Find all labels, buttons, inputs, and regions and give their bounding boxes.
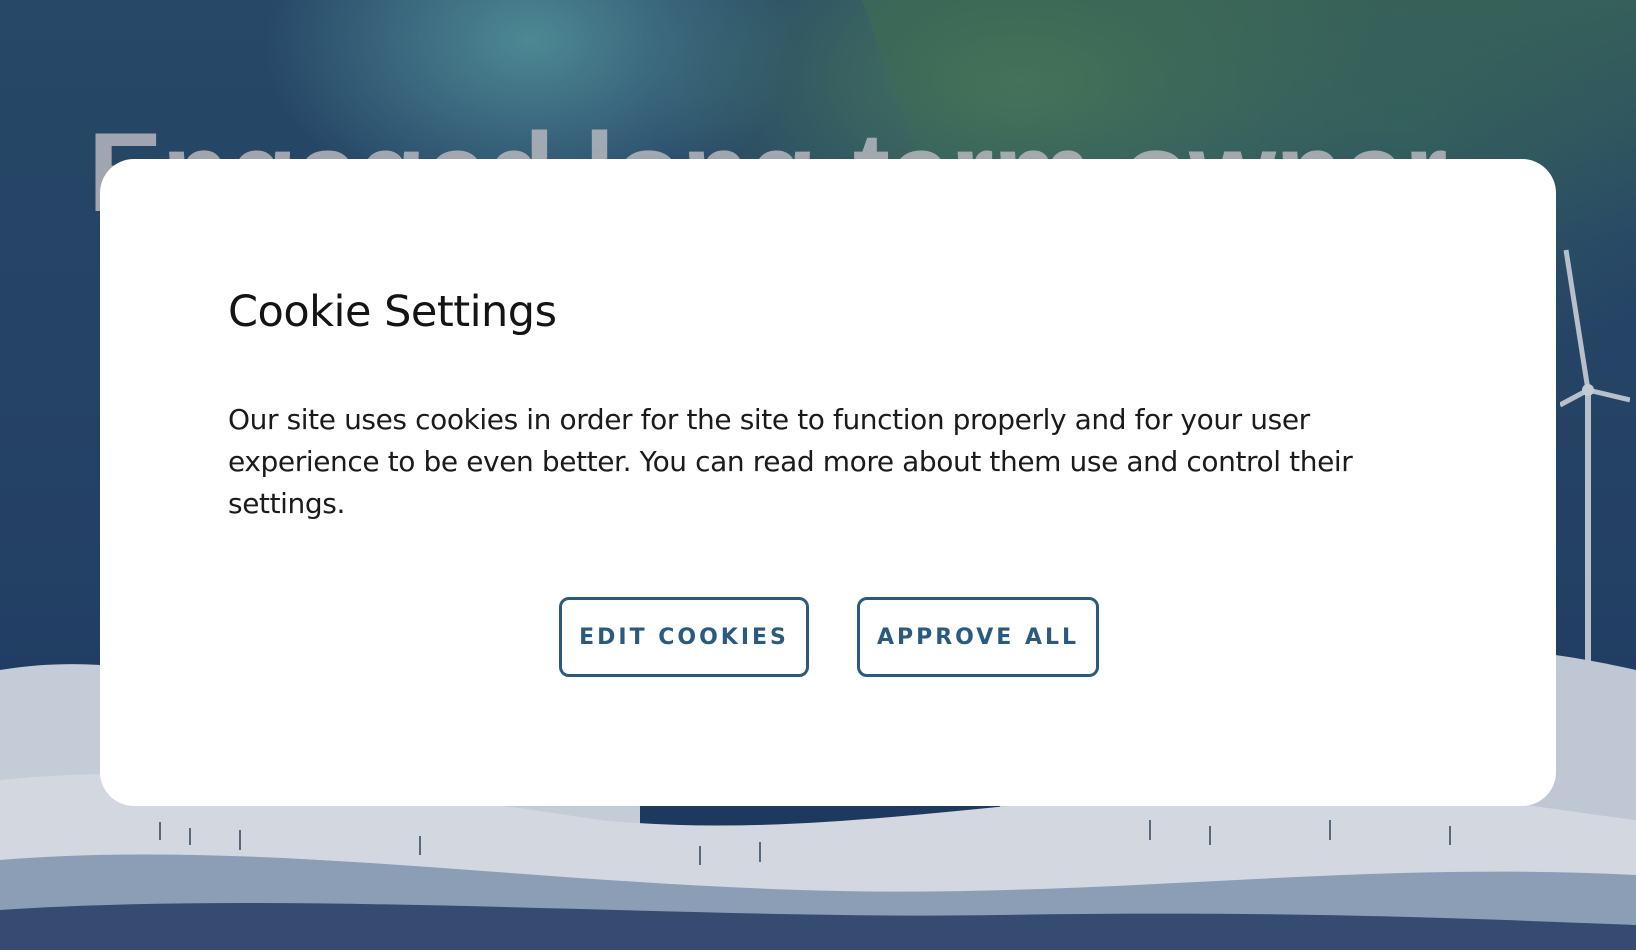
page: Engaged long-term owner Cookie Settings …	[0, 0, 1636, 950]
dialog-actions: EDIT COOKIES APPROVE ALL	[100, 597, 1556, 677]
dialog-description: Our site uses cookies in order for the s…	[228, 403, 1353, 520]
dialog-title: Cookie Settings	[228, 287, 557, 337]
cookie-settings-dialog: Cookie Settings Our site uses cookies in…	[100, 159, 1556, 806]
edit-cookies-button[interactable]: EDIT COOKIES	[559, 597, 809, 677]
approve-all-button[interactable]: APPROVE ALL	[857, 597, 1099, 677]
